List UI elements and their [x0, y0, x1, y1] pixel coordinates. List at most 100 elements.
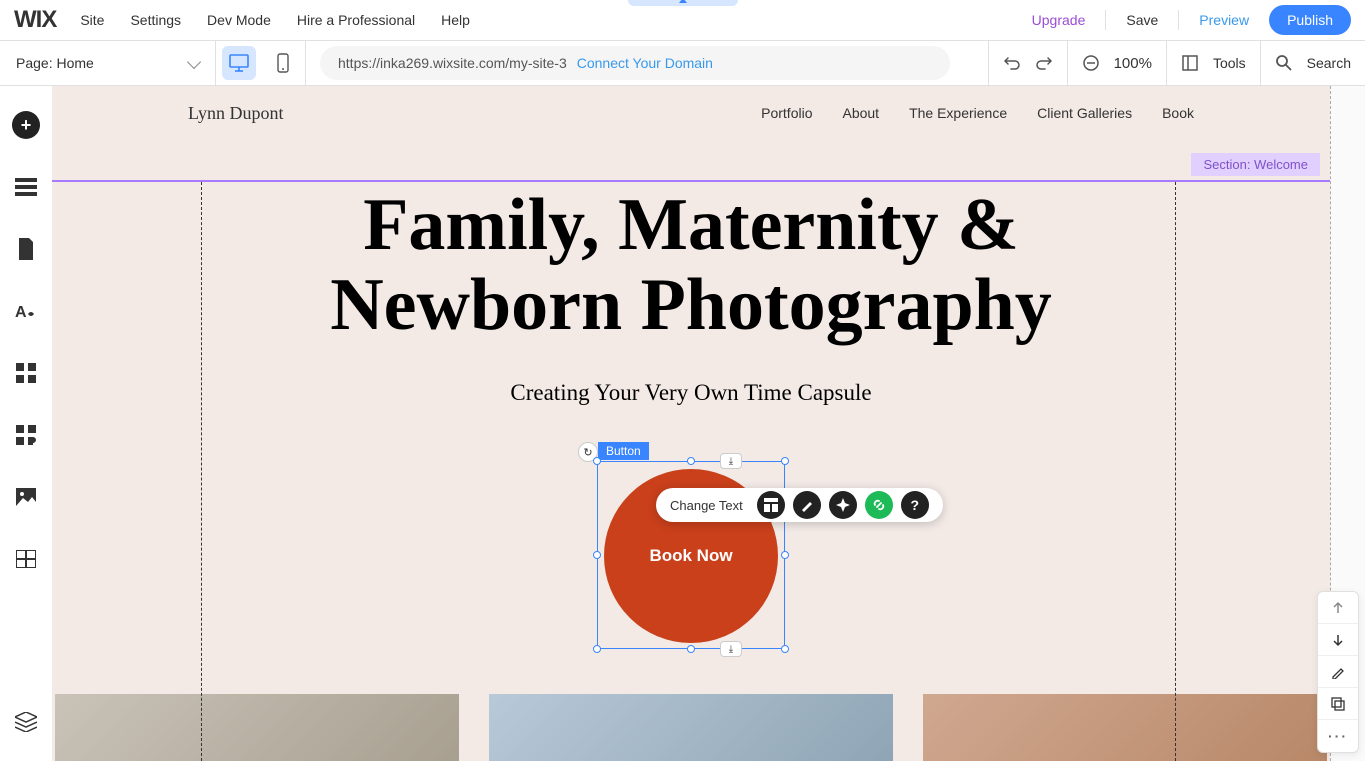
redo-icon — [1035, 54, 1053, 72]
top-drag-handle[interactable] — [628, 0, 738, 6]
arrow-up-icon — [1331, 601, 1345, 615]
menu-settings[interactable]: Settings — [130, 12, 181, 28]
nav-portfolio[interactable]: Portfolio — [761, 105, 812, 121]
rotate-handle[interactable]: ↻ — [578, 442, 598, 462]
hero-section[interactable]: Family, Maternity & Newborn Photography … — [52, 140, 1330, 406]
redo-button[interactable] — [1035, 54, 1053, 72]
desktop-icon — [229, 54, 249, 72]
tools-icon — [1181, 54, 1199, 72]
copy-button[interactable] — [1318, 688, 1358, 720]
help-element-button[interactable]: ? — [901, 491, 929, 519]
tools-group[interactable]: Tools — [1166, 41, 1260, 85]
grid-icon — [16, 363, 36, 383]
page-selector[interactable]: Page: Home — [0, 41, 216, 85]
desktop-view-button[interactable] — [222, 46, 256, 80]
search-icon — [1275, 54, 1293, 72]
divider — [1105, 10, 1106, 30]
gallery-image-3[interactable] — [923, 694, 1327, 761]
right-mini-toolbar: ··· — [1317, 591, 1359, 753]
nav-galleries[interactable]: Client Galleries — [1037, 105, 1132, 121]
arrow-up-button[interactable] — [1318, 592, 1358, 624]
url-pill[interactable]: https://inka269.wixsite.com/my-site-3 Co… — [320, 46, 950, 80]
design-element-button[interactable] — [793, 491, 821, 519]
wix-logo[interactable]: WIX — [14, 6, 56, 34]
apps-button[interactable] — [11, 358, 41, 388]
gallery-image-2[interactable] — [489, 694, 893, 761]
copy-icon — [1331, 697, 1345, 711]
page-label: Page: Home — [16, 55, 94, 71]
question-icon: ? — [910, 497, 919, 513]
sparkle-icon — [836, 498, 850, 512]
nav-experience[interactable]: The Experience — [909, 105, 1007, 121]
puzzle-icon — [16, 425, 36, 445]
menu-help[interactable]: Help — [441, 12, 470, 28]
layout-button[interactable] — [757, 491, 785, 519]
pages-button[interactable] — [11, 234, 41, 264]
layers-icon — [15, 712, 37, 732]
brush-icon — [800, 498, 814, 512]
section-label[interactable]: Section: Welcome — [1191, 153, 1320, 176]
chevron-down-icon — [187, 54, 201, 68]
save-button[interactable]: Save — [1126, 12, 1158, 28]
hero-title-line2: Newborn Photography — [330, 264, 1052, 346]
editor-toolbar: Page: Home https://inka269.wixsite.com/m… — [0, 41, 1365, 86]
search-label: Search — [1307, 55, 1351, 71]
undo-redo-group — [988, 41, 1067, 85]
left-sidebar: + A — [0, 86, 52, 761]
arrow-down-icon — [1331, 633, 1345, 647]
menu-hire[interactable]: Hire a Professional — [297, 12, 415, 28]
preview-button[interactable]: Preview — [1199, 12, 1249, 28]
hero-subtitle[interactable]: Creating Your Very Own Time Capsule — [52, 380, 1330, 406]
text-design-icon: A — [15, 300, 37, 322]
top-right-group: Upgrade Save Preview Publish — [1032, 5, 1351, 35]
more-icon: ··· — [1328, 728, 1348, 744]
svg-text:A: A — [15, 304, 27, 321]
url-bar: https://inka269.wixsite.com/my-site-3 Co… — [306, 41, 988, 85]
cms-button[interactable] — [11, 544, 41, 574]
sections-button[interactable] — [11, 172, 41, 202]
gallery-image-1[interactable] — [55, 694, 459, 761]
mobile-view-button[interactable] — [266, 46, 300, 80]
pencil-icon — [1331, 665, 1345, 679]
zoom-value: 100% — [1114, 55, 1152, 72]
nav-book[interactable]: Book — [1162, 105, 1194, 121]
animation-button[interactable] — [829, 491, 857, 519]
site-title[interactable]: Lynn Dupont — [188, 103, 284, 124]
gallery-row[interactable] — [52, 694, 1330, 761]
media-button[interactable] — [11, 482, 41, 512]
link-button[interactable] — [865, 491, 893, 519]
design-button[interactable]: A — [11, 296, 41, 326]
menu-devmode[interactable]: Dev Mode — [207, 12, 271, 28]
add-element-button[interactable]: + — [11, 110, 41, 140]
nav-about[interactable]: About — [842, 105, 879, 121]
zoom-group[interactable]: 100% — [1067, 41, 1166, 85]
data-icon — [16, 550, 36, 568]
editor-canvas[interactable]: Lynn Dupont Portfolio About The Experien… — [52, 86, 1330, 761]
element-floating-toolbar: Change Text ? — [656, 488, 943, 522]
site-nav: Portfolio About The Experience Client Ga… — [761, 105, 1194, 121]
tools-label: Tools — [1213, 55, 1246, 71]
upgrade-link[interactable]: Upgrade — [1032, 12, 1086, 28]
more-button[interactable]: ··· — [1318, 720, 1358, 752]
menu-site[interactable]: Site — [80, 12, 104, 28]
search-group[interactable]: Search — [1260, 41, 1365, 85]
undo-button[interactable] — [1003, 54, 1021, 72]
device-switcher — [216, 41, 306, 85]
connect-domain-link[interactable]: Connect Your Domain — [577, 55, 713, 71]
undo-icon — [1003, 54, 1021, 72]
sections-icon — [15, 178, 37, 196]
site-header[interactable]: Lynn Dupont Portfolio About The Experien… — [52, 86, 1330, 140]
hero-title-line1: Family, Maternity & — [363, 184, 1019, 266]
edit-button[interactable] — [1318, 656, 1358, 688]
change-text-button[interactable]: Change Text — [670, 498, 749, 513]
plus-icon: + — [12, 111, 40, 139]
layers-button[interactable] — [11, 707, 41, 737]
mobile-icon — [277, 53, 289, 73]
selection-element-label: Button — [598, 442, 649, 460]
arrow-down-button[interactable] — [1318, 624, 1358, 656]
publish-button[interactable]: Publish — [1269, 5, 1351, 35]
image-icon — [16, 488, 36, 506]
app-market-button[interactable] — [11, 420, 41, 450]
menu-items: Site Settings Dev Mode Hire a Profession… — [80, 12, 470, 28]
hero-title[interactable]: Family, Maternity & Newborn Photography — [52, 186, 1330, 346]
